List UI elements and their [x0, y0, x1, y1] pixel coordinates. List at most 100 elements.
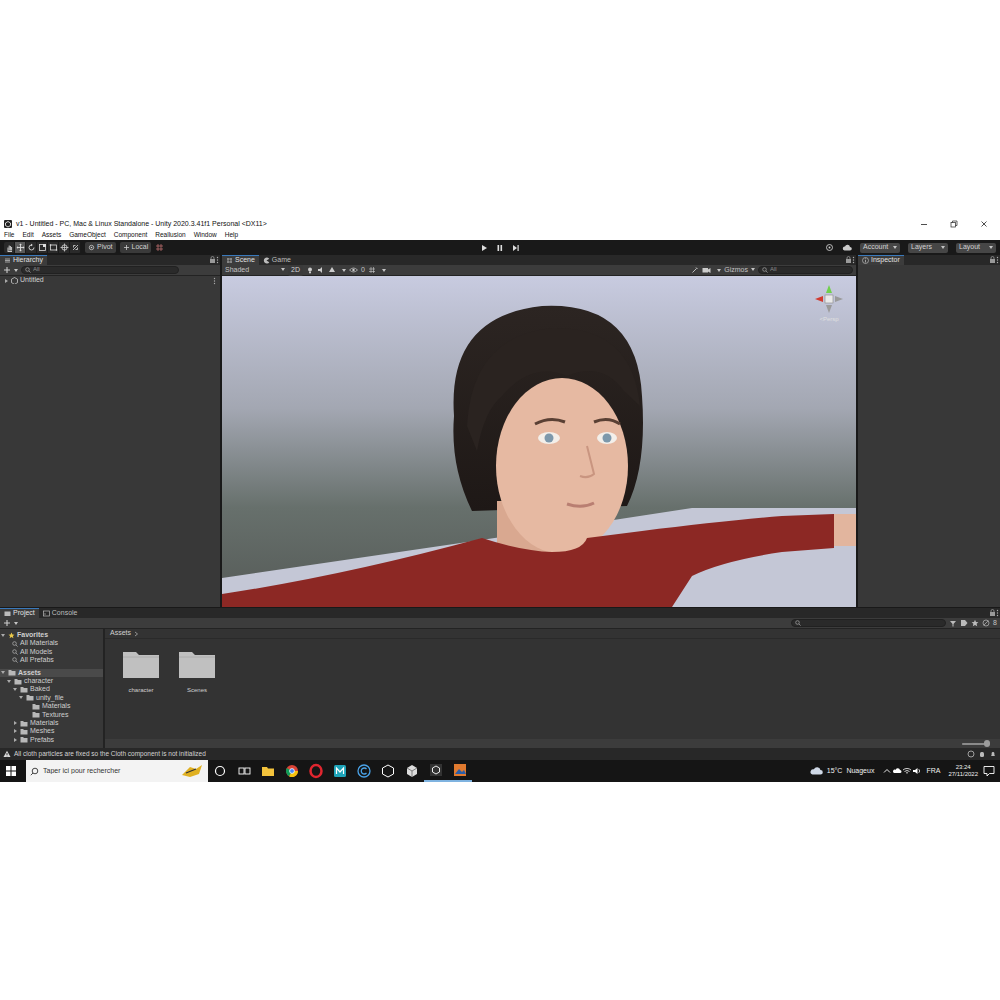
taskbar-app[interactable] [280, 760, 304, 782]
progress-icon[interactable] [967, 750, 975, 758]
toolbar-dropdown[interactable]: Layers [908, 243, 948, 253]
folder-node[interactable]: character [0, 677, 103, 685]
local-button[interactable]: Local [120, 242, 152, 253]
label-icon[interactable] [960, 619, 968, 627]
expand-arrow-icon[interactable] [12, 729, 18, 733]
expand-arrow-icon[interactable] [0, 634, 6, 637]
network-icon[interactable] [902, 766, 912, 776]
menu-item[interactable]: Reallusion [155, 231, 185, 239]
tools-icon[interactable] [691, 266, 699, 274]
tool-button[interactable] [15, 242, 26, 253]
pause-icon[interactable] [494, 243, 506, 253]
menu-item[interactable]: Help [225, 231, 238, 239]
scene-tab[interactable]: Scene [222, 255, 259, 265]
input-language[interactable]: FRA [926, 767, 940, 775]
inspector-tab[interactable]: Inspector [858, 255, 904, 265]
grid-snap-icon[interactable] [155, 243, 164, 252]
folder-node[interactable]: Prefabs [0, 736, 103, 744]
tool-button[interactable] [4, 242, 15, 253]
hierarchy-tab[interactable]: Hierarchy [0, 255, 47, 265]
folder-node[interactable]: Meshes [0, 727, 103, 735]
favorite-item[interactable]: All Materials [0, 639, 103, 647]
step-icon[interactable] [510, 243, 522, 253]
effects-icon[interactable] [328, 266, 336, 274]
expand-arrow-icon[interactable] [18, 696, 24, 699]
onedrive-icon[interactable] [892, 766, 902, 776]
scene-viewport[interactable]: <Persp [222, 276, 856, 607]
grid-toggle-icon[interactable] [368, 266, 376, 274]
menu-item[interactable]: Assets [42, 231, 62, 239]
tray-expand-icon[interactable] [882, 766, 892, 776]
taskbar-app[interactable] [448, 760, 472, 782]
bell-icon[interactable] [989, 750, 997, 758]
clock[interactable]: 23:2427/11/2022 [948, 764, 978, 778]
favorites-node[interactable]: Favorites [0, 631, 103, 639]
favorite-item[interactable]: All Prefabs [0, 656, 103, 664]
menu-item[interactable]: GameObject [69, 231, 106, 239]
icon-size-slider[interactable] [962, 743, 990, 745]
close-icon[interactable] [980, 220, 988, 228]
add-button[interactable] [3, 266, 18, 274]
folder-node[interactable]: Materials [0, 719, 103, 727]
gizmos-dropdown[interactable]: Gizmos [724, 266, 755, 274]
menu-icon[interactable] [213, 277, 217, 285]
search-field[interactable] [43, 767, 176, 775]
menu-icon[interactable] [216, 255, 220, 265]
expand-arrow-icon[interactable] [6, 680, 12, 683]
menu-icon[interactable] [996, 255, 1000, 265]
folder-node[interactable]: Assets [0, 669, 103, 677]
folder-node[interactable]: Materials [0, 702, 103, 710]
menu-icon[interactable] [852, 255, 856, 265]
add-button[interactable] [3, 619, 18, 627]
taskbar-app[interactable] [424, 760, 448, 782]
taskbar-app[interactable] [232, 760, 256, 782]
orientation-gizmo[interactable]: <Persp [812, 282, 846, 323]
project-search[interactable] [791, 619, 946, 627]
menu-item[interactable]: Component [114, 231, 148, 239]
pivot-button[interactable]: Pivot [85, 242, 116, 253]
taskbar-app[interactable] [352, 760, 376, 782]
notifications-icon[interactable] [982, 764, 996, 778]
lock-icon[interactable] [209, 255, 216, 265]
star-icon[interactable] [971, 619, 979, 627]
toolbar-dropdown[interactable]: Layout [956, 243, 996, 253]
breadcrumb-item[interactable]: Assets [110, 629, 131, 637]
taskbar-app[interactable] [304, 760, 328, 782]
weather-widget[interactable]: 15°CNuageux [809, 766, 875, 776]
filter-type-icon[interactable] [949, 619, 957, 627]
taskbar-app[interactable] [400, 760, 424, 782]
restore-icon[interactable] [950, 220, 958, 228]
folder-asset[interactable]: character [119, 649, 163, 739]
hierarchy-item[interactable]: Untitled [0, 276, 220, 285]
windows-start-icon[interactable] [0, 760, 22, 782]
scene-render[interactable] [222, 276, 856, 607]
taskbar-app[interactable] [376, 760, 400, 782]
tool-button[interactable] [59, 242, 70, 253]
menu-item[interactable]: Edit [22, 231, 33, 239]
tool-button[interactable] [26, 242, 37, 253]
menu-icon[interactable] [996, 608, 1000, 618]
slider-knob[interactable] [984, 740, 990, 747]
status-message[interactable]: All cloth particles are fixed so the Clo… [14, 750, 206, 758]
play-icon[interactable] [478, 243, 490, 253]
shading-dropdown[interactable]: Shaded [225, 266, 285, 274]
light-icon[interactable] [306, 266, 314, 274]
expand-arrow-icon[interactable] [12, 738, 18, 742]
minimize-icon[interactable] [920, 220, 928, 228]
tool-button[interactable] [70, 242, 81, 253]
visibility-icon[interactable] [349, 266, 358, 274]
scene-search[interactable] [758, 266, 853, 274]
project-tab[interactable]: Project [0, 608, 39, 618]
menu-item[interactable]: File [4, 231, 14, 239]
folder-node[interactable]: Textures [0, 711, 103, 719]
favorite-item[interactable]: All Models [0, 648, 103, 656]
lock-icon[interactable] [989, 255, 996, 265]
tool-button[interactable] [37, 242, 48, 253]
scene-tab[interactable]: Game [259, 255, 295, 265]
folder-asset[interactable]: Scenes [175, 649, 219, 739]
taskbar-search[interactable] [26, 760, 208, 782]
camera-icon[interactable] [702, 266, 711, 274]
expand-arrow-icon[interactable] [12, 721, 18, 725]
lock-icon[interactable] [989, 608, 996, 618]
tool-button[interactable] [48, 242, 59, 253]
